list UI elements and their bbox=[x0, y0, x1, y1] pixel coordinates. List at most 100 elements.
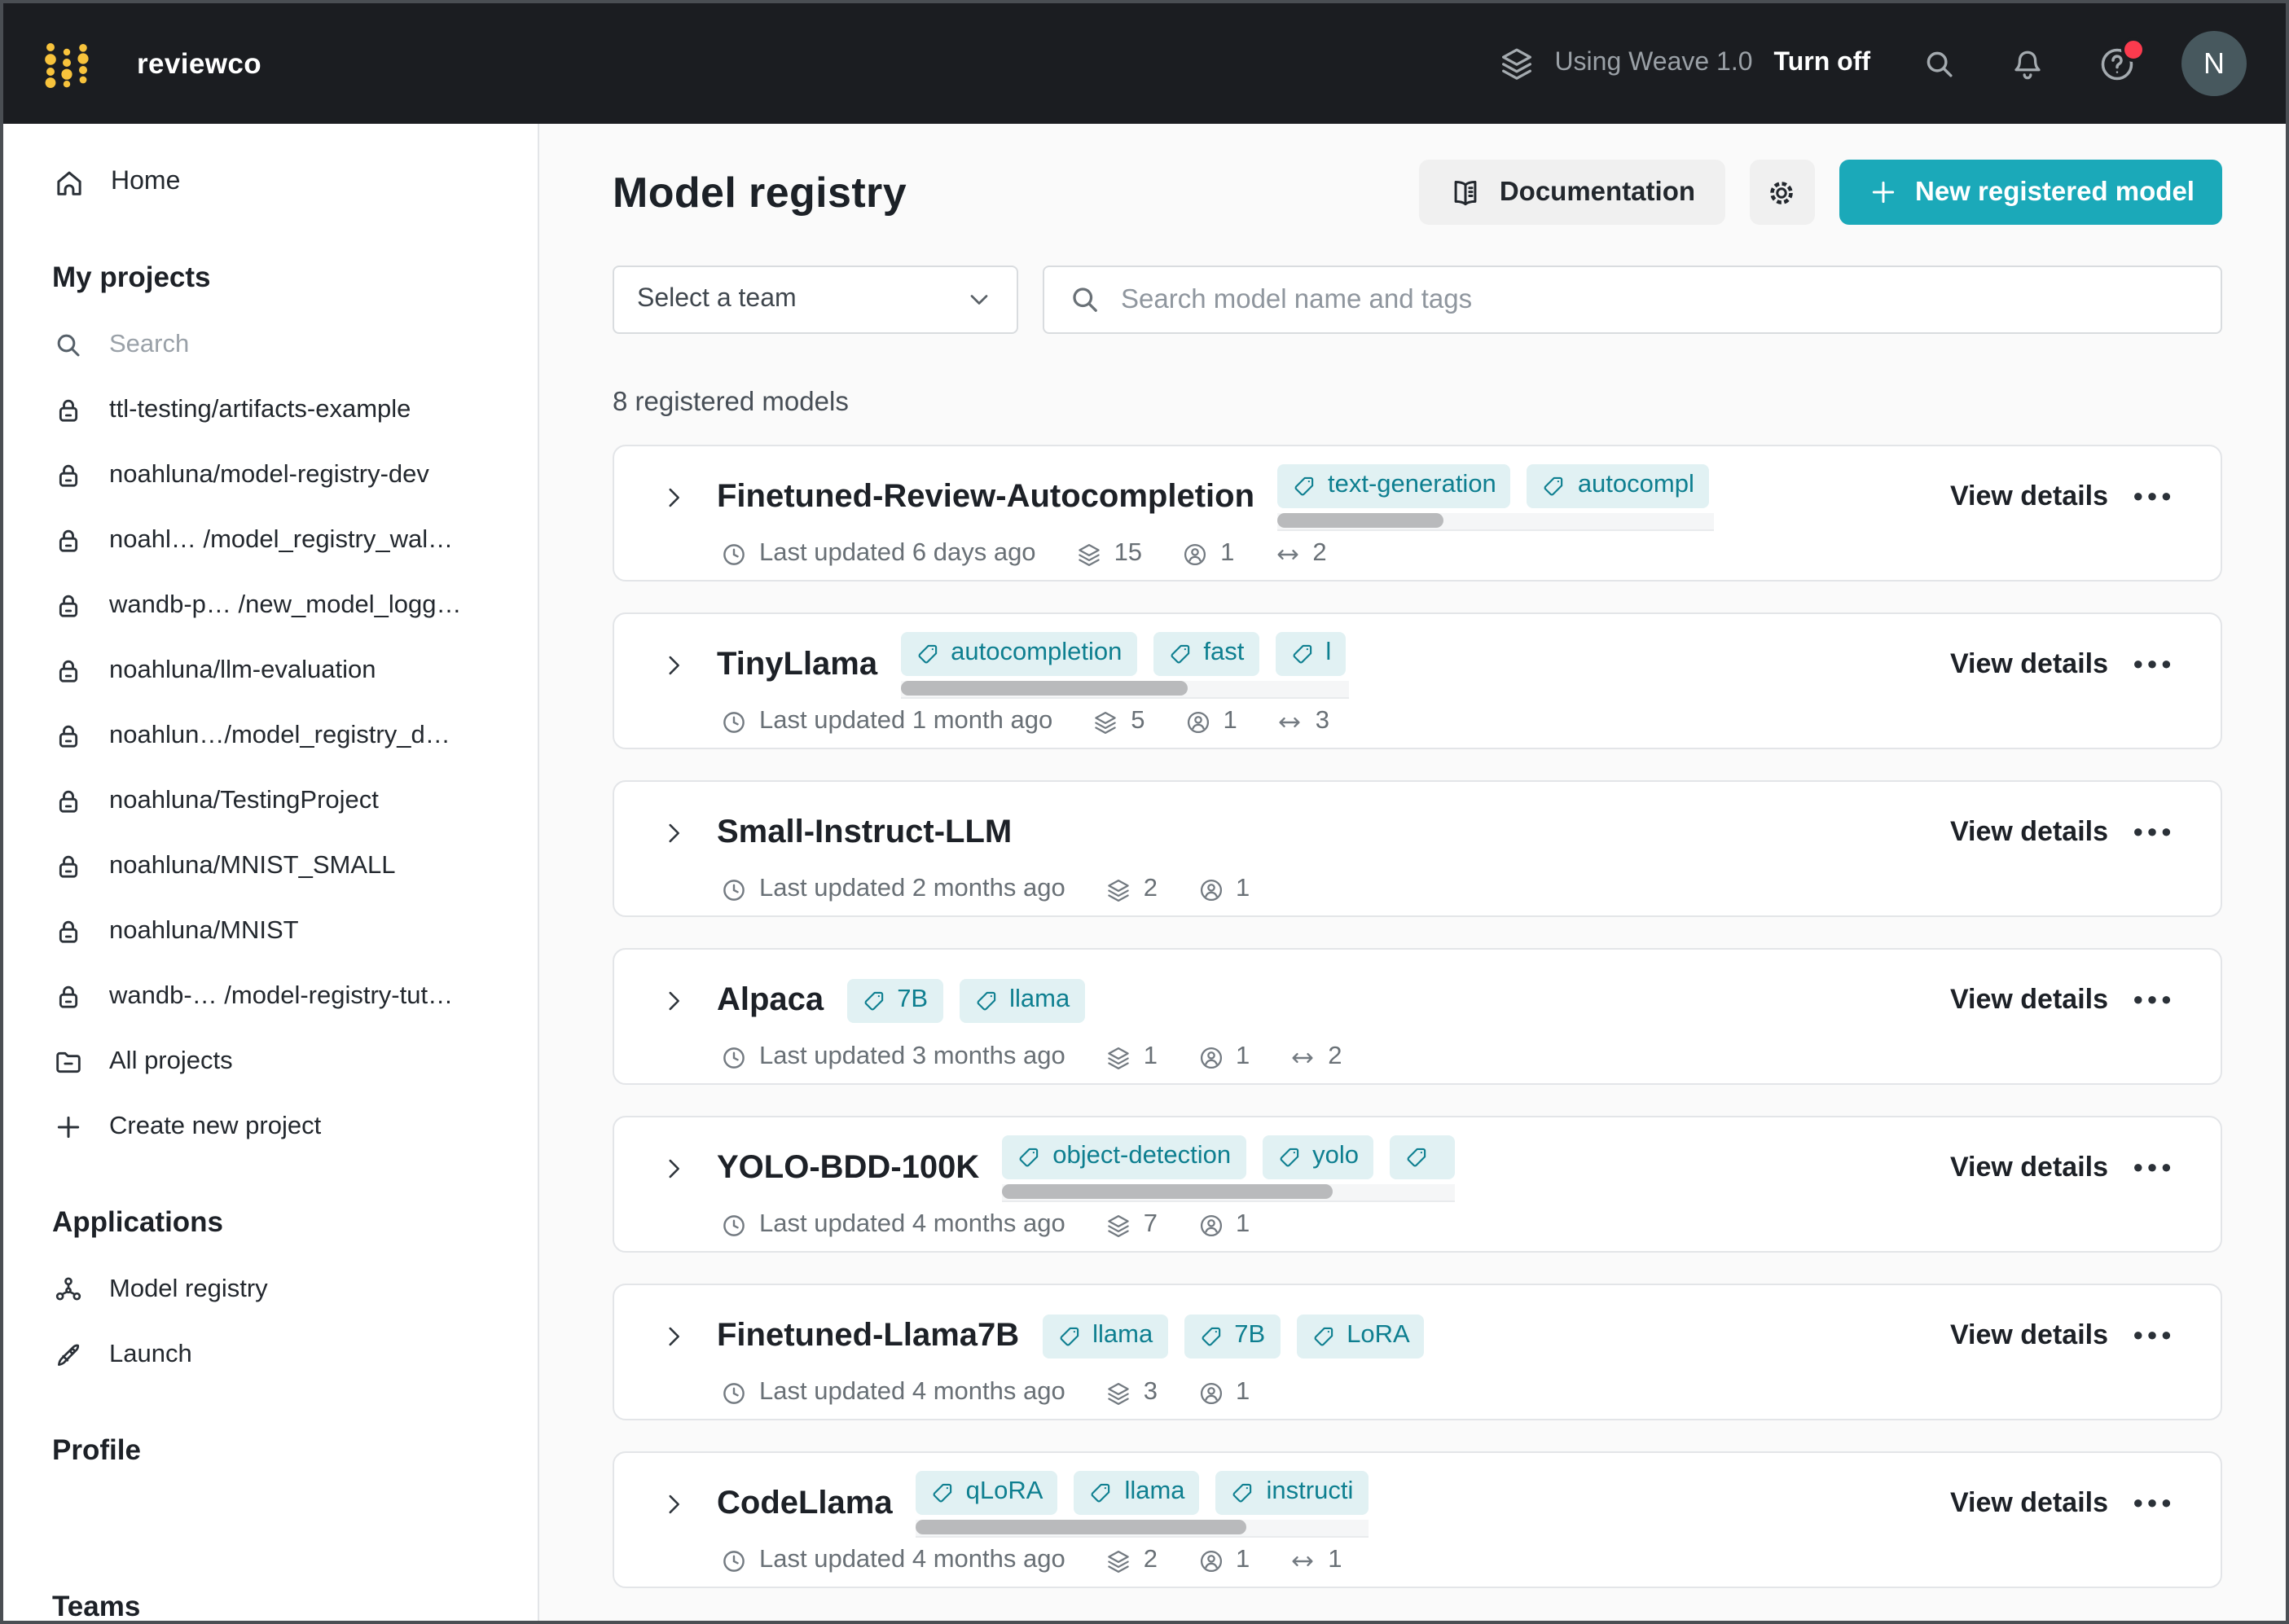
chevron-right-icon[interactable] bbox=[660, 986, 688, 1014]
more-options-button[interactable]: ●●● bbox=[2133, 648, 2175, 681]
lock-icon bbox=[52, 525, 85, 557]
sidebar-item-launch[interactable]: Launch bbox=[52, 1323, 518, 1388]
brand-name[interactable]: reviewco bbox=[137, 46, 261, 81]
tag-scrollbar-thumb[interactable] bbox=[1277, 512, 1443, 527]
global-search-button[interactable] bbox=[1921, 45, 1958, 82]
chevron-right-icon[interactable] bbox=[660, 819, 688, 846]
new-model-label: New registered model bbox=[1915, 177, 2195, 208]
more-options-button[interactable]: ●●● bbox=[2133, 1319, 2175, 1352]
tag-scrollbar[interactable] bbox=[1002, 1183, 1455, 1201]
last-updated: Last updated 6 days ago bbox=[720, 539, 1036, 568]
project-label: noahlun…/model_registry_d… bbox=[109, 722, 450, 751]
sidebar-project-item[interactable]: ttl-testing/artifacts-example bbox=[52, 378, 518, 443]
sidebar-project-item[interactable]: noahlun…/model_registry_d… bbox=[52, 704, 518, 769]
chevron-right-icon[interactable] bbox=[660, 1490, 688, 1517]
model-name[interactable]: YOLO-BDD-100K bbox=[717, 1149, 979, 1187]
sidebar-item-model-registry[interactable]: Model registry bbox=[52, 1258, 518, 1323]
chevron-right-icon[interactable] bbox=[660, 1154, 688, 1182]
view-details-link[interactable]: View details bbox=[1950, 1152, 2108, 1184]
view-details-link[interactable]: View details bbox=[1950, 1487, 2108, 1520]
models-count-text: 8 registered models bbox=[613, 388, 2222, 419]
brand-logo-icon[interactable] bbox=[39, 34, 98, 93]
tag-label: text-generation bbox=[1328, 471, 1496, 500]
help-button[interactable] bbox=[2097, 43, 2137, 84]
sidebar-project-item[interactable]: wandb-p… /new_model_logg… bbox=[52, 573, 518, 639]
documentation-button[interactable]: Documentation bbox=[1420, 160, 1724, 225]
version-count: 7 bbox=[1105, 1210, 1158, 1240]
model-name[interactable]: CodeLlama bbox=[717, 1485, 893, 1522]
sidebar-item-all-projects[interactable]: All projects bbox=[52, 1029, 518, 1095]
user-count: 1 bbox=[1197, 1546, 1250, 1575]
weave-turn-off-button[interactable]: Turn off bbox=[1774, 49, 1870, 78]
sidebar-project-item[interactable]: noahluna/MNIST_SMALL bbox=[52, 834, 518, 899]
more-options-button[interactable]: ●●● bbox=[2133, 1152, 2175, 1184]
user-avatar[interactable]: N bbox=[2181, 31, 2247, 96]
tag-chip[interactable] bbox=[1390, 1135, 1455, 1178]
tag-chip[interactable]: llama bbox=[1074, 1470, 1199, 1514]
team-select-dropdown[interactable]: Select a team bbox=[613, 266, 1018, 334]
more-options-button[interactable]: ●●● bbox=[2133, 1487, 2175, 1520]
sidebar-project-item[interactable]: wandb-… /model-registry-tut… bbox=[52, 964, 518, 1029]
model-name[interactable]: Small-Instruct-LLM bbox=[717, 814, 1012, 851]
tag-chip[interactable]: object-detection bbox=[1002, 1135, 1246, 1178]
versions-layers-icon bbox=[1105, 1211, 1132, 1239]
tag-chip[interactable]: autocompletion bbox=[900, 631, 1136, 675]
chevron-right-icon[interactable] bbox=[660, 1322, 688, 1350]
weave-layers-icon bbox=[1497, 44, 1536, 83]
last-updated: Last updated 1 month ago bbox=[720, 707, 1052, 736]
settings-button[interactable] bbox=[1749, 160, 1814, 225]
tag-scrollbar[interactable] bbox=[1277, 512, 1714, 530]
tag-chip[interactable]: LoRA bbox=[1296, 1314, 1425, 1358]
tag-chip[interactable]: instructi bbox=[1216, 1470, 1369, 1514]
tag-chip[interactable]: fast bbox=[1153, 631, 1259, 675]
tag-scrollbar[interactable] bbox=[916, 1519, 1369, 1537]
sidebar-project-item[interactable]: noahluna/llm-evaluation bbox=[52, 639, 518, 704]
notifications-button[interactable] bbox=[2009, 45, 2046, 82]
tag-chip[interactable]: llama bbox=[1042, 1314, 1167, 1358]
view-details-link[interactable]: View details bbox=[1950, 481, 2108, 513]
tag-chip[interactable]: 7B bbox=[846, 978, 942, 1022]
user-icon bbox=[1197, 1547, 1224, 1574]
sidebar-project-item[interactable]: noahluna/TestingProject bbox=[52, 769, 518, 834]
last-updated: Last updated 4 months ago bbox=[720, 1546, 1065, 1575]
tag-scrollbar[interactable] bbox=[900, 680, 1348, 698]
project-label: noahluna/model-registry-dev bbox=[109, 461, 429, 490]
user-icon bbox=[1184, 708, 1212, 735]
last-updated: Last updated 3 months ago bbox=[720, 1042, 1065, 1072]
model-name[interactable]: Finetuned-Llama7B bbox=[717, 1317, 1019, 1354]
more-options-button[interactable]: ●●● bbox=[2133, 481, 2175, 513]
more-options-button[interactable]: ●●● bbox=[2133, 816, 2175, 849]
project-label: noahluna/llm-evaluation bbox=[109, 656, 376, 686]
model-name[interactable]: Alpaca bbox=[717, 981, 824, 1019]
sidebar-search-input[interactable]: Search bbox=[52, 313, 518, 378]
tag-chip[interactable]: llama bbox=[959, 978, 1084, 1022]
model-name[interactable]: Finetuned-Review-Autocompletion bbox=[717, 478, 1254, 516]
sidebar-item-home[interactable]: Home bbox=[52, 147, 518, 218]
view-details-link[interactable]: View details bbox=[1950, 984, 2108, 1016]
chevron-right-icon[interactable] bbox=[660, 483, 688, 511]
view-details-link[interactable]: View details bbox=[1950, 1319, 2108, 1352]
model-search-input[interactable]: Search model name and tags bbox=[1043, 266, 2222, 334]
tag-scrollbar-thumb[interactable] bbox=[900, 680, 1187, 695]
sidebar-item-create-project[interactable]: Create new project bbox=[52, 1095, 518, 1160]
tag-scrollbar-thumb[interactable] bbox=[1002, 1183, 1333, 1198]
view-details-link[interactable]: View details bbox=[1950, 648, 2108, 681]
tag-scrollbar-thumb[interactable] bbox=[916, 1519, 1246, 1534]
user-count: 1 bbox=[1184, 707, 1237, 736]
sidebar-project-item[interactable]: noahluna/MNIST bbox=[52, 899, 518, 964]
tag-chip[interactable]: qLoRA bbox=[916, 1470, 1058, 1514]
sidebar-project-item[interactable]: noahluna/model-registry-dev bbox=[52, 443, 518, 508]
tag-chip[interactable]: l bbox=[1275, 631, 1346, 675]
model-name[interactable]: TinyLlama bbox=[717, 646, 877, 683]
new-registered-model-button[interactable]: New registered model bbox=[1839, 160, 2222, 225]
chevron-right-icon[interactable] bbox=[660, 651, 688, 678]
tag-icon bbox=[1198, 1323, 1223, 1348]
tag-label: llama bbox=[1124, 1477, 1184, 1507]
tag-chip[interactable]: yolo bbox=[1262, 1135, 1373, 1178]
view-details-link[interactable]: View details bbox=[1950, 816, 2108, 849]
sidebar-project-item[interactable]: noahl… /model_registry_wal… bbox=[52, 508, 518, 573]
more-options-button[interactable]: ●●● bbox=[2133, 984, 2175, 1016]
tag-chip[interactable]: autocompl bbox=[1527, 463, 1709, 507]
tag-chip[interactable]: 7B bbox=[1184, 1314, 1280, 1358]
tag-chip[interactable]: text-generation bbox=[1277, 463, 1511, 507]
